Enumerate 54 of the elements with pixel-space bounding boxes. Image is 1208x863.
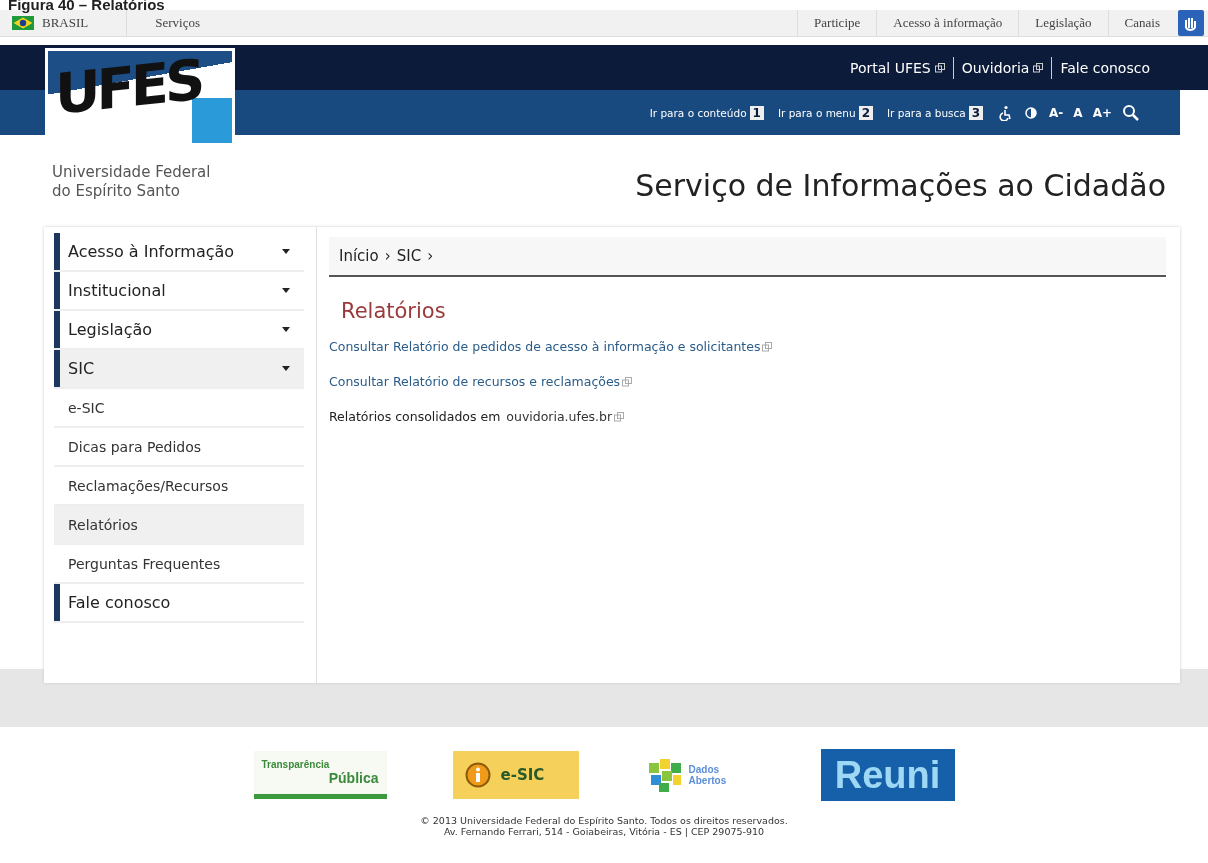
external-link-icon [614,411,625,422]
university-logo[interactable]: UFES [45,48,235,146]
skip-link[interactable]: Ir para a busca 3 [887,105,984,120]
body-text: Relatórios consolidados em [329,409,501,424]
gov-link[interactable]: Legislação [1018,10,1108,36]
gov-link[interactable]: Serviços [127,15,200,31]
top-link[interactable]: Fale conosco [1052,59,1158,76]
site-title: Serviço de Informações ao Cidadão [635,168,1166,203]
menu-item[interactable]: SIC [54,350,304,389]
external-link-icon [934,62,945,73]
external-link-icon [1033,62,1044,73]
caret-icon [282,288,290,293]
university-name: Universidade Federal do Espírito Santo [52,163,211,201]
font-size-button[interactable]: A- [1049,105,1064,120]
skip-link[interactable]: Ir para o menu 2 [777,105,873,120]
menu-item[interactable]: Fale conosco [54,584,304,623]
country-link[interactable]: BRASIL [42,10,128,36]
esic-badge[interactable]: e-SIC [452,751,579,799]
submenu-item[interactable]: Dicas para Pedidos [54,428,304,467]
gov-link[interactable]: Canais [1107,10,1176,36]
copyright-text: © 2013 Universidade Federal do Espírito Santo. Todos os direitos reservados. Av. Fernando Ferrari, 514 - Goiabeiras, Vitória - ES | CEP 29075-910 [419,815,789,837]
reuni-badge[interactable]: Reuni [820,749,955,801]
breadcrumb-separator: › [384,247,391,265]
external-link-icon [762,341,773,352]
search-icon[interactable] [1122,103,1140,122]
breadcrumb-separator: › [427,247,434,265]
top-link[interactable]: Ouvidoria [953,59,1052,76]
flag-icon [12,16,34,30]
info-icon [464,762,491,788]
gov-link[interactable]: Participe [797,10,877,36]
top-link[interactable]: Portal UFES [841,59,953,76]
breadcrumb-link[interactable]: Início [339,247,379,265]
caret-icon [282,327,290,332]
caret-icon [282,249,290,254]
menu-item[interactable]: Acesso à Informação [54,233,304,272]
page-heading: Relatórios [341,299,447,323]
hand-icon[interactable] [1178,10,1204,36]
font-size-button[interactable]: A [1073,105,1083,120]
submenu-item[interactable]: e-SIC [54,389,304,428]
menu-item[interactable]: Institucional [54,272,304,311]
submenu-item[interactable]: Relatórios [54,506,304,545]
report-link[interactable]: Consultar Relatório de recursos e reclamações [329,374,621,389]
accessibility-icon[interactable] [997,104,1014,121]
report-link[interactable]: Consultar Relatório de pedidos de acesso à informação e solicitantes [329,339,761,354]
caret-icon [282,366,290,371]
skip-link[interactable]: Ir para o conteúdo 1 [649,105,764,120]
submenu-item[interactable]: Perguntas Frequentes [54,545,304,584]
transparency-badge[interactable]: Transparência Pública [253,751,387,799]
font-size-button[interactable]: A+ [1092,105,1112,120]
gov-link[interactable]: Acesso à informação [876,10,1019,36]
contrast-icon[interactable] [1023,104,1040,121]
external-link-icon [622,376,633,387]
breadcrumb-link[interactable]: SIC [396,247,422,265]
ouvidoria-link[interactable]: ouvidoria.ufes.br [506,409,613,424]
